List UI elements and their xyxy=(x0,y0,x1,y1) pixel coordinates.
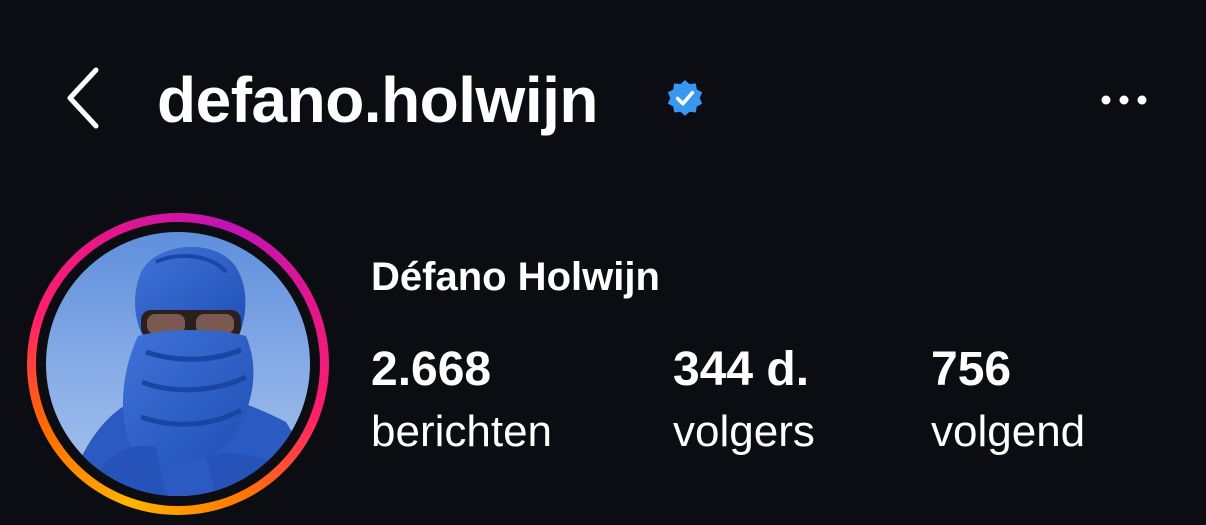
story-ring[interactable] xyxy=(27,213,329,515)
stat-followers-label: volgers xyxy=(673,407,815,456)
stat-following-label: volgend xyxy=(931,407,1086,456)
profile-display-name: Défano Holwijn xyxy=(371,255,660,299)
stat-following-value: 756 xyxy=(931,343,1012,396)
profile-header: defano.holwijn xyxy=(0,0,1206,200)
chevron-left-icon xyxy=(67,67,99,129)
stat-posts-label: berichten xyxy=(371,407,553,456)
more-horizontal-icon xyxy=(1101,95,1147,105)
more-options-button[interactable] xyxy=(1094,80,1154,120)
stat-followers-value: 344 d. xyxy=(673,343,810,396)
verified-badge-icon xyxy=(667,80,703,116)
profile-username: defano.holwijn xyxy=(157,64,598,136)
stat-posts[interactable]: 2.668 berichten xyxy=(371,340,552,460)
avatar-photo xyxy=(46,232,310,496)
stat-followers[interactable]: 344 d. volgers xyxy=(673,340,815,460)
profile-avatar xyxy=(46,232,310,496)
stat-posts-value: 2.668 xyxy=(371,343,492,396)
back-button[interactable] xyxy=(58,64,106,132)
stat-following[interactable]: 756 volgend xyxy=(931,340,1085,460)
